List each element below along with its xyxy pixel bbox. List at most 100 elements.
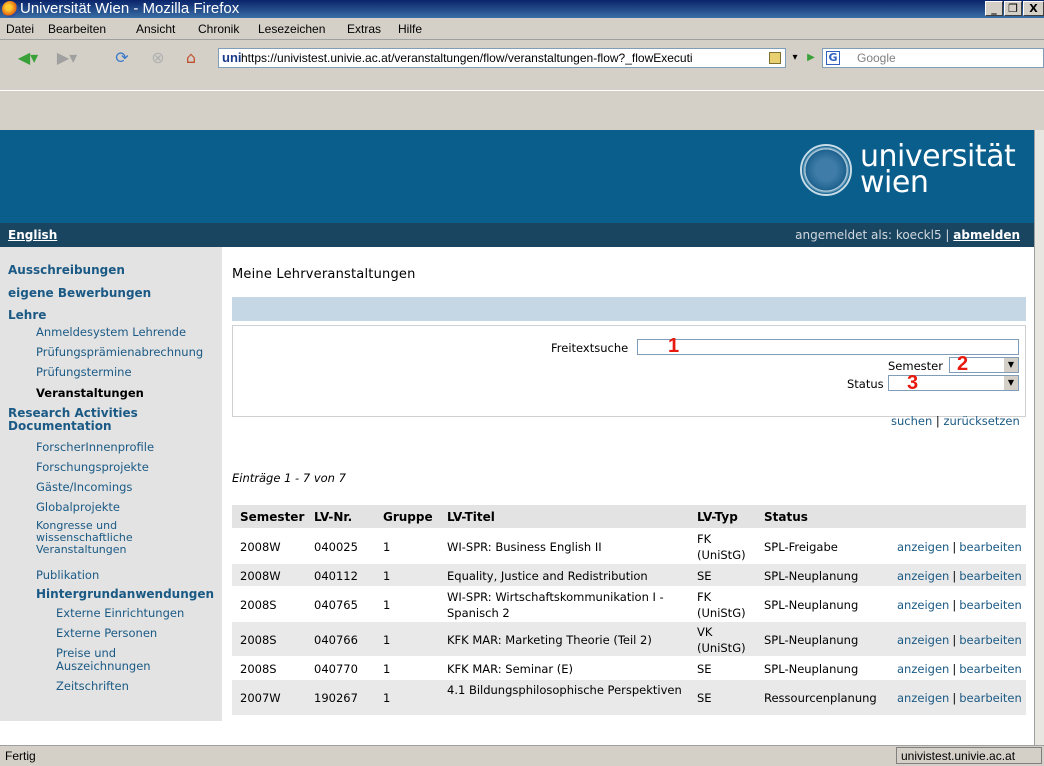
sidebar-item-eigene-bewerbungen[interactable]: eigene Bewerbungen xyxy=(8,287,151,300)
home-icon[interactable]: ⌂ xyxy=(180,48,202,68)
sidebar-item-forscherinnenprofile[interactable]: ForscherInnenprofile xyxy=(36,441,154,454)
annotation-marker-1: 1 xyxy=(668,335,680,357)
vertical-scrollbar[interactable] xyxy=(1034,130,1044,745)
cell-typ: FK (UniStG) xyxy=(697,590,746,620)
reload-icon[interactable]: ⟳ xyxy=(112,48,132,68)
maximize-button[interactable]: ❐ xyxy=(1004,1,1022,16)
view-link[interactable]: anzeigen xyxy=(897,662,949,676)
cell-gruppe: 1 xyxy=(383,691,391,705)
site-icon: uni xyxy=(222,50,242,65)
sidebar-item-gaeste[interactable]: Gäste/Incomings xyxy=(36,481,132,494)
cell-status: SPL-Freigabe xyxy=(764,540,838,554)
cell-status: SPL-Neuplanung xyxy=(764,662,859,676)
close-button[interactable]: X xyxy=(1023,1,1044,16)
menu-extras[interactable]: Extras xyxy=(347,22,381,36)
view-link[interactable]: anzeigen xyxy=(897,540,949,554)
cell-titel: WI-SPR: Wirtschaftskommunikation I - Spa… xyxy=(447,590,664,620)
login-info: angemeldet als: koeckl5 | abmelden xyxy=(795,228,1020,242)
cell-nr: 040770 xyxy=(314,662,358,676)
page-title: Meine Lehrveranstaltungen xyxy=(232,267,416,282)
edit-link[interactable]: bearbeiten xyxy=(959,569,1022,583)
row-actions: anzeigen | bearbeiten xyxy=(897,597,1022,613)
menu-ansicht[interactable]: Ansicht xyxy=(136,22,175,36)
cell-typ: SE xyxy=(697,569,712,583)
page-viewport: universität wien English angemeldet als:… xyxy=(0,130,1034,745)
cell-typ: VK (UniStG) xyxy=(697,625,746,655)
edit-link[interactable]: bearbeiten xyxy=(959,691,1022,705)
edit-link[interactable]: bearbeiten xyxy=(959,540,1022,554)
lock-icon[interactable] xyxy=(769,52,781,64)
logout-link[interactable]: abmelden xyxy=(953,228,1020,242)
view-link[interactable]: anzeigen xyxy=(897,633,949,647)
sidebar-item-preise[interactable]: Preise und Auszeichnungen xyxy=(56,647,156,673)
sidebar-item-externe-einrichtungen[interactable]: Externe Einrichtungen xyxy=(56,607,184,620)
sidebar-item-globalprojekte[interactable]: Globalprojekte xyxy=(36,501,120,514)
window-title: Universität Wien - Mozilla Firefox xyxy=(20,0,240,17)
sidebar-item-research-activities[interactable]: Research Activities Documentation xyxy=(8,407,208,433)
go-icon[interactable]: ▶ xyxy=(804,48,818,68)
search-link[interactable]: suchen xyxy=(891,414,932,428)
cell-status: Ressourcenplanung xyxy=(764,691,877,705)
chevron-down-icon[interactable]: ▼ xyxy=(1003,376,1018,390)
menu-datei[interactable]: Datei xyxy=(6,22,34,36)
cell-nr: 040112 xyxy=(314,569,358,583)
menu-bearbeiten[interactable]: Bearbeiten xyxy=(48,22,106,36)
entries-count: Einträge 1 - 7 von 7 xyxy=(232,471,346,485)
forward-button[interactable]: ▶▾ xyxy=(52,48,82,68)
header-subbar: English angemeldet als: koeckl5 | abmeld… xyxy=(0,223,1034,247)
back-button[interactable]: ◀▾ xyxy=(14,48,42,68)
view-link[interactable]: anzeigen xyxy=(897,691,949,705)
cell-nr: 040765 xyxy=(314,598,358,612)
table-row: 2008S 040765 1 WI-SPR: Wirtschaftskommunika… xyxy=(232,586,1026,622)
cell-gruppe: 1 xyxy=(383,662,391,676)
sidebar-item-externe-personen[interactable]: Externe Personen xyxy=(56,627,157,640)
menu-chronik[interactable]: Chronik xyxy=(198,22,239,36)
sidebar-item-hintergrundanwendungen[interactable]: Hintergrundanwendungen xyxy=(36,588,214,601)
view-link[interactable]: anzeigen xyxy=(897,569,949,583)
status-text: Fertig xyxy=(5,749,36,763)
search-separator: | xyxy=(935,414,940,428)
menu-lesezeichen[interactable]: Lesezeichen xyxy=(258,22,325,36)
sidebar-item-ausschreibungen[interactable]: Ausschreibungen xyxy=(8,264,125,277)
cell-typ: SE xyxy=(697,662,712,676)
google-icon[interactable]: G xyxy=(826,51,840,65)
edit-link[interactable]: bearbeiten xyxy=(959,598,1022,612)
cell-semester: 2007W xyxy=(240,691,281,705)
search-bar[interactable]: G Google xyxy=(822,48,1044,68)
sidebar-item-anmeldesystem[interactable]: Anmeldesystem Lehrende xyxy=(36,326,186,339)
chevron-down-icon[interactable]: ▼ xyxy=(1003,358,1018,372)
sidebar-item-veranstaltungen[interactable]: Veranstaltungen xyxy=(36,387,144,400)
row-actions: anzeigen | bearbeiten xyxy=(897,661,1022,677)
cell-gruppe: 1 xyxy=(383,569,391,583)
reset-link[interactable]: zurücksetzen xyxy=(943,414,1019,428)
menu-hilfe[interactable]: Hilfe xyxy=(398,22,422,36)
col-header-lvtitel: LV-Titel xyxy=(447,510,495,524)
university-logo[interactable]: universität wien xyxy=(860,142,1016,198)
edit-link[interactable]: bearbeiten xyxy=(959,662,1022,676)
sidebar-item-forschungsprojekte[interactable]: Forschungsprojekte xyxy=(36,461,149,474)
status-host: univistest.univie.ac.at xyxy=(896,747,1042,764)
sidebar: Ausschreibungen eigene Bewerbungen Lehre… xyxy=(0,247,222,721)
cell-titel: KFK MAR: Seminar (E) xyxy=(447,662,574,676)
url-dropdown-icon[interactable]: ▾ xyxy=(788,48,802,68)
sidebar-item-lehre[interactable]: Lehre xyxy=(8,309,46,322)
action-separator: | xyxy=(952,662,957,676)
edit-link[interactable]: bearbeiten xyxy=(959,633,1022,647)
view-link[interactable]: anzeigen xyxy=(897,598,949,612)
sidebar-item-publikation[interactable]: Publikation xyxy=(36,569,99,582)
sidebar-item-pruefungspraemien[interactable]: Prüfungsprämienabrechnung xyxy=(36,346,203,359)
cell-status: SPL-Neuplanung xyxy=(764,569,859,583)
sidebar-item-zeitschriften[interactable]: Zeitschriften xyxy=(56,680,129,693)
url-text[interactable]: https://univistest.univie.ac.at/veransta… xyxy=(241,51,761,65)
sidebar-item-pruefungstermine[interactable]: Prüfungstermine xyxy=(36,366,132,379)
annotation-marker-2: 2 xyxy=(957,353,969,375)
stop-icon[interactable]: ⊗ xyxy=(148,48,168,68)
cell-status: SPL-Neuplanung xyxy=(764,598,859,612)
language-link[interactable]: English xyxy=(8,228,57,242)
semester-label: Semester xyxy=(888,359,943,373)
minimize-button[interactable]: _ xyxy=(985,1,1003,16)
url-bar[interactable]: uni https://univistest.univie.ac.at/vera… xyxy=(218,48,786,68)
window-titlebar: Universität Wien - Mozilla Firefox _ ❐ X xyxy=(0,0,1044,18)
cell-semester: 2008S xyxy=(240,598,277,612)
sidebar-item-kongresse[interactable]: Kongresse und wissenschaftliche Veransta… xyxy=(36,520,176,556)
